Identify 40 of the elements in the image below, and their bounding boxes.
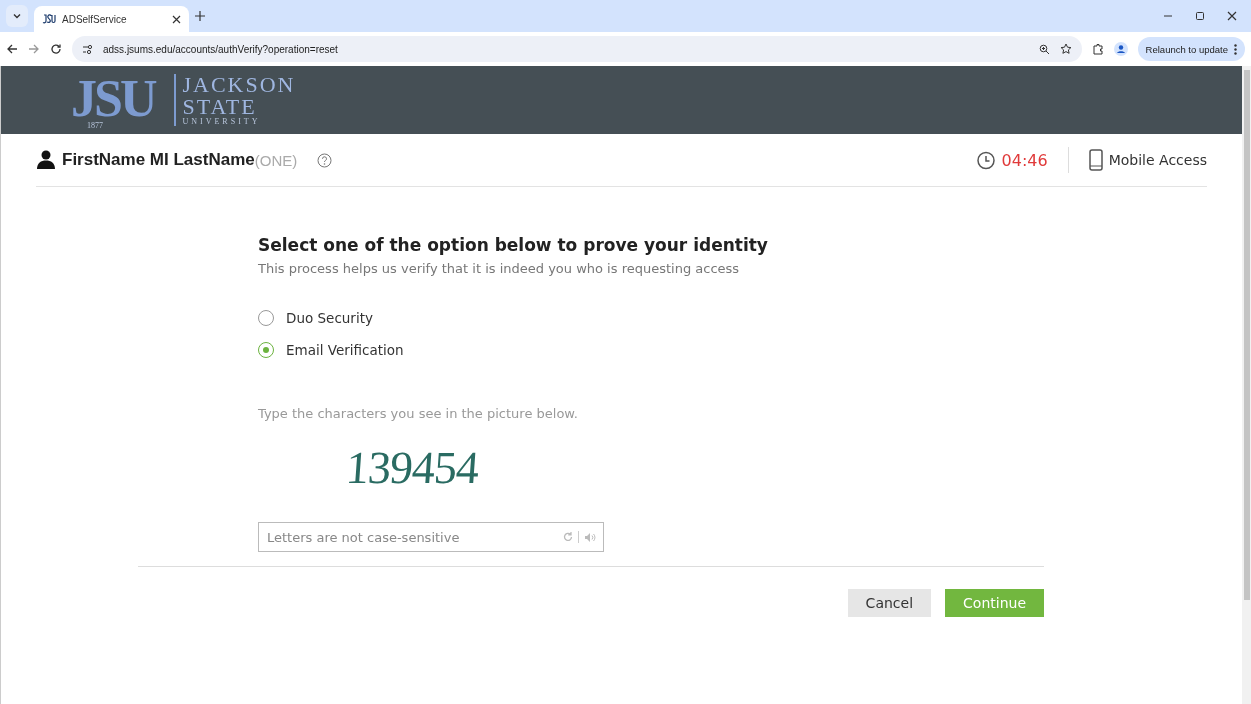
reload-icon[interactable] bbox=[50, 43, 62, 55]
university-monogram: JSU bbox=[71, 75, 156, 123]
maximize-icon[interactable] bbox=[1195, 11, 1205, 21]
favicon-icon bbox=[42, 14, 56, 24]
forward-icon[interactable] bbox=[28, 43, 40, 55]
close-icon[interactable] bbox=[172, 14, 181, 24]
university-name: JACKSON bbox=[182, 74, 296, 96]
timer-icon bbox=[975, 150, 996, 170]
star-icon[interactable] bbox=[1059, 43, 1072, 55]
page-heading: Select one of the option below to prove your identity bbox=[258, 235, 769, 255]
site-settings-icon[interactable] bbox=[82, 43, 93, 55]
user-domain: (ONE) bbox=[254, 151, 298, 169]
founding-year: 1877 bbox=[87, 122, 103, 131]
university-name: STATE bbox=[182, 96, 258, 118]
relaunch-button[interactable]: Relaunch to update bbox=[1137, 37, 1245, 61]
scrollbar-thumb[interactable] bbox=[1243, 70, 1250, 600]
captcha-image: 139454 bbox=[344, 441, 480, 494]
tab-list-button[interactable] bbox=[6, 5, 28, 27]
zoom-icon[interactable] bbox=[1038, 43, 1050, 55]
user-icon bbox=[36, 150, 56, 170]
option-label[interactable]: Duo Security bbox=[286, 310, 373, 326]
profile-icon[interactable] bbox=[1113, 42, 1128, 56]
mobile-access-link[interactable]: Mobile Access bbox=[1108, 152, 1207, 168]
help-icon[interactable] bbox=[317, 152, 333, 168]
address-bar[interactable]: adss.jsums.edu/accounts/authVerify?operation=reset bbox=[72, 36, 1082, 62]
user-name: FirstName MI LastName bbox=[62, 150, 255, 170]
new-tab-icon[interactable] bbox=[195, 11, 205, 21]
mobile-phone-icon bbox=[1088, 149, 1103, 171]
captcha-instruction: Type the characters you see in the picture below. bbox=[258, 406, 579, 421]
cancel-button[interactable]: Cancel bbox=[847, 589, 932, 617]
caret-icon[interactable] bbox=[12, 11, 22, 21]
option-label[interactable]: Email Verification bbox=[286, 342, 404, 358]
browser-tab[interactable]: ADSelfService bbox=[34, 6, 189, 32]
extensions-icon[interactable] bbox=[1091, 43, 1104, 55]
countdown-timer: 04:46 bbox=[1001, 150, 1048, 170]
back-icon[interactable] bbox=[6, 43, 18, 55]
close-icon[interactable] bbox=[1227, 11, 1237, 21]
university-name: UNIVERSITY bbox=[182, 118, 262, 126]
more-icon[interactable] bbox=[1234, 43, 1237, 55]
page-subheading: This process helps us verify that it is indeed you who is requesting access bbox=[258, 261, 741, 276]
